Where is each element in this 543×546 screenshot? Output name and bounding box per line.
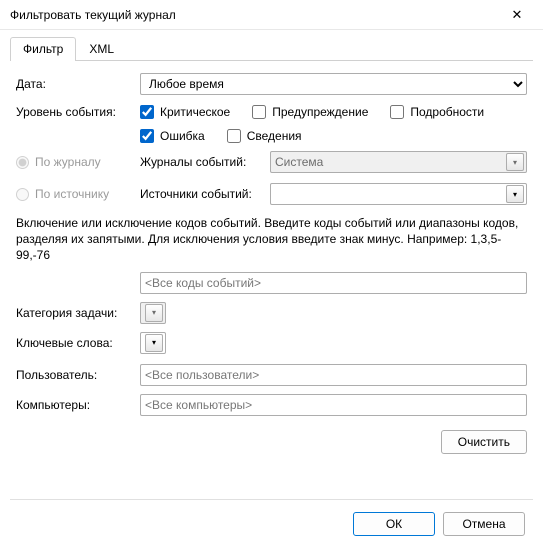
chk-error-input[interactable] [140, 129, 154, 143]
cancel-button[interactable]: Отмена [443, 512, 525, 536]
chk-error-label: Ошибка [160, 129, 205, 143]
close-icon: ✕ [512, 7, 523, 23]
chk-error[interactable]: Ошибка [140, 129, 205, 143]
row-clear: Очистить [16, 430, 527, 454]
form-area: Дата: Любое время Уровень события: Крити… [10, 69, 533, 499]
radio-by-log-label: По журналу [35, 155, 101, 169]
chk-warning-label: Предупреждение [272, 105, 368, 119]
radio-by-log: По журналу [16, 155, 140, 169]
date-select[interactable]: Любое время [140, 73, 527, 95]
window-title: Фильтровать текущий журнал [10, 8, 499, 22]
chk-verbose-input[interactable] [390, 105, 404, 119]
keywords-combo[interactable]: ▾ [140, 332, 166, 354]
chk-verbose[interactable]: Подробности [390, 105, 484, 119]
event-ids-help: Включение или исключение кодов событий. … [16, 215, 527, 264]
chk-critical-input[interactable] [140, 105, 154, 119]
row-user: Пользователь: [16, 364, 527, 386]
ok-button[interactable]: ОК [353, 512, 435, 536]
chevron-down-icon[interactable]: ▾ [506, 185, 524, 203]
row-task-category: Категория задачи: ▾ [16, 302, 527, 324]
tab-filter[interactable]: Фильтр [10, 37, 76, 61]
chk-warning[interactable]: Предупреждение [252, 105, 368, 119]
row-by-log: По журналу Журналы событий: Система ▾ [16, 151, 527, 173]
chk-critical[interactable]: Критическое [140, 105, 230, 119]
clear-button[interactable]: Очистить [441, 430, 527, 454]
chk-verbose-label: Подробности [410, 105, 484, 119]
level-group: Критическое Предупреждение Подробности О… [140, 103, 527, 143]
event-sources-combo[interactable]: ▾ [270, 183, 527, 205]
radio-by-source-input [16, 188, 29, 201]
close-button[interactable]: ✕ [499, 0, 535, 30]
tab-xml[interactable]: XML [76, 37, 127, 61]
row-date: Дата: Любое время [16, 73, 527, 95]
row-event-ids [16, 272, 527, 294]
event-ids-input[interactable] [140, 272, 527, 294]
row-by-source: По источнику Источники событий: ▾ [16, 183, 527, 205]
label-task-category: Категория задачи: [16, 306, 140, 320]
chk-information-input[interactable] [227, 129, 241, 143]
label-event-sources: Источники событий: [140, 187, 270, 201]
radio-by-source: По источнику [16, 187, 140, 201]
row-computers: Компьютеры: [16, 394, 527, 416]
label-level: Уровень события: [16, 103, 140, 119]
user-input[interactable] [140, 364, 527, 386]
radio-by-source-label: По источнику [35, 187, 109, 201]
label-date: Дата: [16, 77, 140, 91]
row-keywords: Ключевые слова: ▾ [16, 332, 527, 354]
label-computers: Компьютеры: [16, 398, 140, 412]
event-logs-value: Система [275, 155, 323, 169]
radio-by-log-input [16, 156, 29, 169]
task-category-combo: ▾ [140, 302, 166, 324]
label-event-logs: Журналы событий: [140, 155, 270, 169]
computers-input[interactable] [140, 394, 527, 416]
label-keywords: Ключевые слова: [16, 336, 140, 350]
chk-information[interactable]: Сведения [227, 129, 302, 143]
row-level: Уровень события: Критическое Предупрежде… [16, 103, 527, 143]
dialog-footer: ОК Отмена [10, 499, 533, 536]
chevron-down-icon: ▾ [145, 304, 163, 322]
titlebar: Фильтровать текущий журнал ✕ [0, 0, 543, 30]
dialog-body: Фильтр XML Дата: Любое время Уровень соб… [0, 30, 543, 546]
chevron-down-icon: ▾ [506, 153, 524, 171]
tabstrip: Фильтр XML [10, 36, 533, 61]
label-user: Пользователь: [16, 368, 140, 382]
chk-critical-label: Критическое [160, 105, 230, 119]
chk-warning-input[interactable] [252, 105, 266, 119]
chk-information-label: Сведения [247, 129, 302, 143]
event-logs-combo: Система ▾ [270, 151, 527, 173]
chevron-down-icon[interactable]: ▾ [145, 334, 163, 352]
